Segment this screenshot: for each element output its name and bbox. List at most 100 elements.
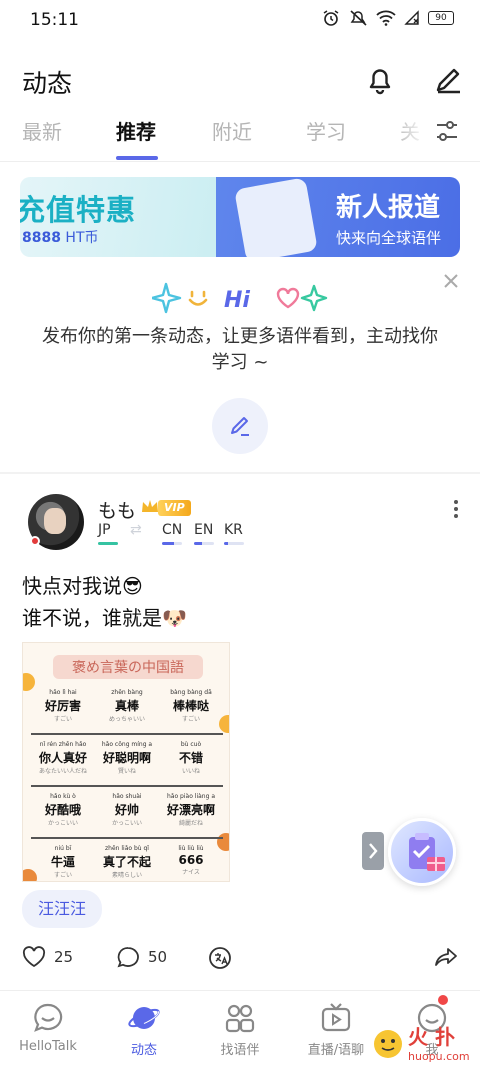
learning-language-kr: KR	[224, 522, 243, 538]
nav-label: HelloTalk	[19, 1039, 77, 1054]
phrase-chinese: 你人真好	[38, 751, 87, 765]
phrase-cell: hǎo piào liàng a 好漂亮啊 綺麗だね	[159, 793, 223, 827]
user-name[interactable]: もも	[98, 496, 136, 523]
phrase-japanese: 素晴らしい	[111, 872, 142, 879]
phrase-pinyin: nǐ rén zhēn hǎo	[39, 741, 87, 748]
nav-label: 找语伴	[220, 1043, 260, 1058]
recharge-amount: 8888 HT币	[22, 227, 99, 247]
hi-decoration-icon: Hi	[152, 282, 328, 314]
phrase-japanese: 綺麗だね	[178, 820, 203, 827]
phrase-chinese: 好聪明啊	[102, 751, 151, 765]
phrase-chinese: 不错	[178, 751, 203, 765]
phrase-chinese: 好帅	[114, 803, 139, 817]
learning-level-bar-kr	[224, 542, 244, 545]
like-count: 25	[54, 948, 74, 966]
native-language: JP	[98, 522, 111, 538]
promo-banner[interactable]: 充值特惠 8888 HT币 新人报道 快来向全球语伴	[20, 177, 460, 257]
recharge-number: 8888	[22, 230, 61, 246]
heart-icon	[22, 946, 46, 968]
status-icons: 90	[322, 9, 454, 27]
close-icon	[444, 274, 458, 288]
phrase-japanese: めっちゃいい	[108, 716, 145, 723]
phrase-pinyin: zhēn bàng	[111, 689, 143, 696]
tab-nearby[interactable]: 附近	[212, 116, 252, 145]
phrase-cell: hǎo kù ò 好酷哦 かっこいい	[31, 793, 95, 827]
recharge-banner[interactable]: 充值特惠 8888 HT币	[20, 177, 216, 257]
like-button[interactable]: 25	[22, 946, 73, 968]
active-tab-indicator	[116, 156, 158, 160]
prompt-text: 发布你的第一条动态，让更多语伴看到，主动找你学习 ~	[42, 326, 438, 373]
post-content: 快点对我说😎 谁不说，谁就是🐶	[22, 570, 187, 634]
tab-recommended[interactable]: 推荐	[116, 116, 156, 145]
newcomer-banner[interactable]: 新人报道 快来向全球语伴	[216, 177, 460, 257]
nav-hellotalk[interactable]: HelloTalk	[0, 991, 96, 1066]
planet-icon	[128, 1007, 160, 1029]
phrase-grid: hǎo lì hai 好厉害 すごい zhēn bàng 真棒 めっちゃいい bàng …	[31, 689, 223, 881]
nav-label: 动态	[130, 1043, 157, 1058]
phrase-cell: liù liù liù 666 ナイス	[159, 845, 223, 876]
pen-icon	[231, 417, 249, 436]
section-divider	[0, 472, 480, 474]
tab-learning[interactable]: 学习	[306, 116, 346, 145]
phrase-japanese: ナイス	[182, 869, 200, 876]
feed-tabs: 最新 推荐 附近 学习 关	[0, 112, 480, 162]
more-options-icon[interactable]	[452, 498, 460, 520]
nav-moments[interactable]: 动态	[96, 991, 192, 1066]
newcomer-title: 新人报道	[336, 193, 441, 223]
comment-button[interactable]: 50	[116, 946, 167, 968]
phrase-cell: nǐ rén zhēn hǎo 你人真好あなたいい人だね	[31, 741, 95, 775]
chat-bubble-icon	[34, 1003, 63, 1032]
phrase-cell: hǎo cōng míng a 好聪明啊賢いね	[95, 741, 159, 775]
phrase-chinese: 好漂亮啊	[166, 803, 215, 817]
tv-icon	[321, 1003, 351, 1032]
phrase-cell: bù cuò 不错 いいね	[159, 741, 223, 775]
moment-post: もも VIP JP ⇄ CN EN KR 快点对我说😎 谁不说，谁就是🐶 褒め言…	[0, 480, 480, 990]
notifications-button[interactable]	[362, 62, 398, 98]
phrase-pinyin: hǎo shuài	[112, 793, 142, 800]
pen-icon	[436, 68, 460, 94]
wifi-icon	[376, 10, 396, 26]
phrase-pinyin: bàng bàng dā	[170, 689, 212, 696]
learning-level-bar-en	[194, 542, 214, 545]
daily-task-button[interactable]	[388, 818, 456, 886]
learning-level-bar-cn	[162, 542, 182, 545]
share-icon	[435, 948, 457, 966]
phrase-chinese: 666	[178, 853, 204, 867]
alarm-icon	[323, 10, 339, 26]
collapse-float-button[interactable]	[362, 832, 384, 870]
native-level-bar	[98, 542, 118, 545]
topic-tag[interactable]: 汪汪汪	[22, 890, 103, 928]
phrase-japanese: 賢いね	[117, 768, 136, 775]
notification-dot	[438, 995, 448, 1005]
learning-language-en: EN	[194, 522, 214, 538]
translate-button[interactable]	[208, 946, 232, 970]
phrase-cell: hǎo shuài 好帅 かっこいい	[95, 793, 159, 827]
phrase-japanese: あなたいい人だね	[38, 768, 87, 775]
phrase-chinese: 好厉害	[44, 699, 81, 713]
phrase-pinyin: niú bī	[54, 845, 72, 852]
tab-latest[interactable]: 最新	[22, 116, 62, 145]
filter-button[interactable]	[434, 118, 460, 144]
phrase-japanese: いいね	[181, 768, 200, 775]
nav-find-partners[interactable]: 找语伴	[192, 991, 288, 1066]
post-image[interactable]: 褒め言葉の中国語 hǎo lì hai 好厉害 すごい zhēn bàng 真棒 めっち…	[22, 642, 230, 882]
bell-icon	[369, 69, 391, 95]
svg-text:火 扑: 火 扑	[408, 1025, 455, 1049]
close-button[interactable]	[442, 272, 460, 290]
phrase-row: hǎo kù ò 好酷哦 かっこいい hǎo shuài 好帅 かっこいい hǎo pi…	[31, 793, 223, 839]
create-post-button[interactable]	[212, 398, 268, 454]
phrase-cell: zhēn liǎo bù qǐ 真了不起 素晴らしい	[95, 845, 159, 879]
phrase-pinyin: liù liù liù	[178, 845, 204, 852]
watermark-text: huopu.com	[408, 1050, 470, 1063]
page-title: 动态	[22, 69, 73, 98]
translate-icon	[209, 947, 231, 969]
battery-icon: 90	[428, 11, 454, 25]
phrase-pinyin: hǎo cōng míng a	[101, 741, 153, 748]
share-button[interactable]	[434, 946, 458, 968]
status-time: 15:11	[30, 10, 79, 30]
crown-icon	[142, 500, 158, 512]
status-bar: 15:11 90	[0, 0, 480, 40]
compose-button[interactable]	[430, 62, 466, 98]
phrase-pinyin: zhēn liǎo bù qǐ	[105, 845, 149, 852]
phone-illustration	[234, 177, 318, 257]
